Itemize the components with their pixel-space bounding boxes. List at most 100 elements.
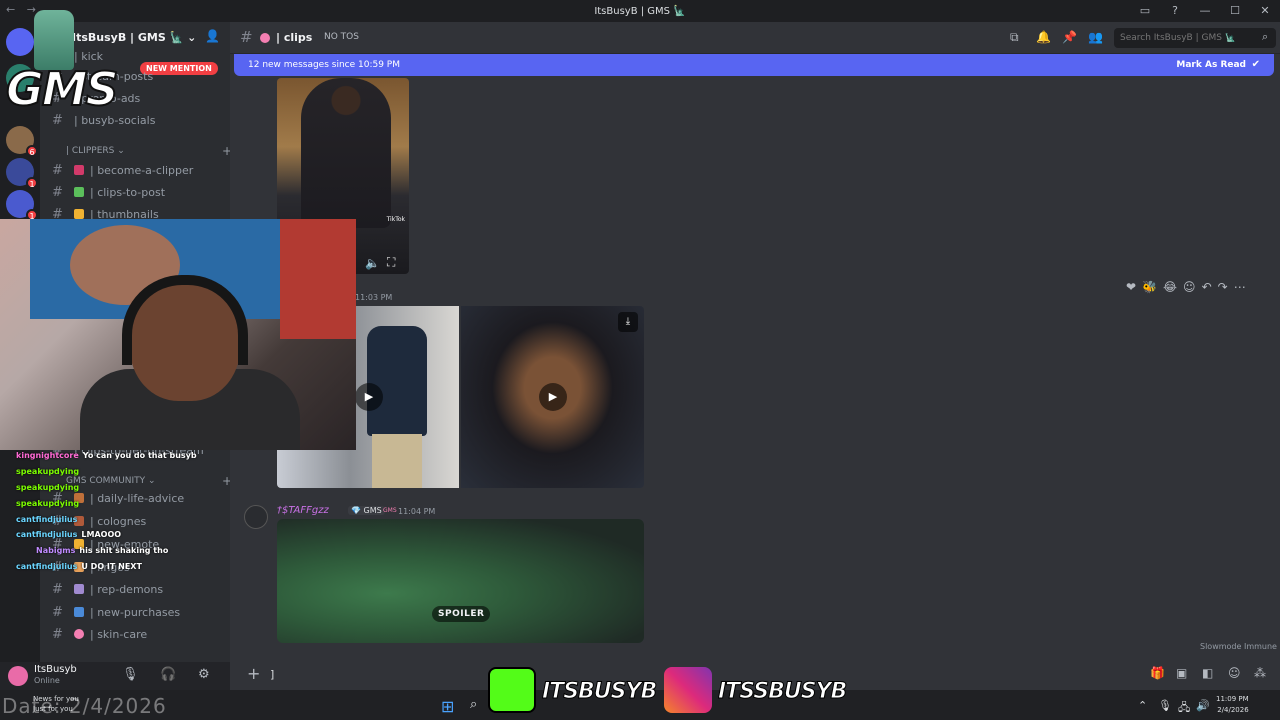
user-panel: ItsBusyb Online 🎙 🎧 ⚙ <box>0 662 230 690</box>
video-attachment[interactable]: ▶ ⤓ <box>461 306 644 488</box>
search-icon: ⌕ <box>1262 30 1269 43</box>
emoji-icon[interactable]: ☺ <box>1228 666 1241 680</box>
username: ItsBusyb <box>34 664 77 675</box>
slowmode-indicator: Slowmode Immune <box>1200 642 1277 651</box>
headphones-icon[interactable]: 🎧 <box>160 667 176 682</box>
overlay-date: Date: 2/4/2026 <box>2 694 167 718</box>
channel-topic[interactable]: NO TOS <box>324 32 359 42</box>
category-clippers[interactable]: | CLIPPERS ⌄ + <box>66 144 230 158</box>
spoiler-attachment[interactable]: SPOILER <box>277 519 644 643</box>
close-button[interactable]: ✕ <box>1250 0 1280 22</box>
chat-line: cantfindjulius <box>16 515 78 524</box>
statue-of-liberty-icon <box>34 10 74 70</box>
webcam-overlay <box>0 219 356 450</box>
chat-line: Nabigms his shit shaking tho <box>36 546 169 555</box>
play-icon[interactable]: ▶ <box>539 383 567 411</box>
message-author[interactable]: †$TAFFgzz <box>277 505 329 516</box>
channel-item[interactable]: # | skin-care <box>52 624 222 644</box>
channel-item[interactable]: # | become-a-clipper <box>52 160 222 180</box>
hash-icon: # <box>52 162 63 178</box>
windows-start-icon[interactable]: ⊞ <box>441 697 454 716</box>
system-clock[interactable]: 11:09 PM 2/4/2026 <box>1216 694 1249 716</box>
gif-icon[interactable]: ▣ <box>1176 666 1187 680</box>
stream-chat-overlay: kingnightcore Yo can you do that busyb sp… <box>0 450 230 590</box>
notification-badge: 6 <box>26 145 38 157</box>
avatar[interactable] <box>8 666 28 686</box>
hash-icon: # <box>52 604 63 620</box>
threads-icon[interactable]: ⧉ <box>1010 30 1019 45</box>
apps-icon[interactable]: ⁂ <box>1254 666 1266 680</box>
search-input[interactable] <box>1114 28 1276 48</box>
role-badge: GMS <box>383 507 397 514</box>
help-icon[interactable]: ? <box>1160 0 1190 22</box>
server-icon[interactable]: 6 <box>6 126 38 157</box>
server-icon[interactable]: 1 <box>6 158 38 189</box>
avatar[interactable] <box>244 505 268 529</box>
bell-icon[interactable]: 🔔 <box>1036 30 1051 44</box>
search-icon[interactable]: ⌕ <box>470 697 477 712</box>
gms-logo: GMS <box>5 61 120 117</box>
mic-icon[interactable]: 🎙 <box>1158 699 1172 712</box>
mic-icon[interactable]: 🎙 <box>122 667 139 682</box>
tray-chevron-icon[interactable]: ⌃ <box>1138 699 1147 712</box>
minimize-button[interactable]: — <box>1190 0 1220 22</box>
chat-line: speakupdying <box>16 499 80 508</box>
chat-line: speakupdying <box>16 483 80 492</box>
channel-item[interactable]: # | new-purchases <box>52 602 222 622</box>
volume-icon[interactable]: 🔊 <box>1196 699 1210 712</box>
hash-icon: # <box>52 184 63 200</box>
channel-emoji-icon <box>74 607 84 617</box>
window-title: ItsBusyB | GMS 🗽 <box>594 5 686 17</box>
fullscreen-icon[interactable]: ⛶ <box>387 255 395 270</box>
gear-icon[interactable]: ⚙ <box>198 667 210 682</box>
tiktok-watermark: TikTok <box>386 216 405 223</box>
channel-item[interactable]: # | clips-to-post <box>52 182 222 202</box>
new-messages-banner[interactable]: 12 new messages since 10:59 PM Mark As R… <box>234 54 1274 76</box>
reaction-icon[interactable]: 😂 <box>1163 280 1177 294</box>
window-titlebar: ← → ItsBusyB | GMS 🗽 ▭ ? — ☐ ✕ <box>0 0 1280 22</box>
instagram-handle: ITSSBUSYB <box>717 679 847 705</box>
kick-handle: ITSBUSYB <box>541 679 657 705</box>
server-icon[interactable]: 1 <box>6 190 38 221</box>
window-controls: ▭ ? — ☐ ✕ <box>1130 0 1280 22</box>
channel-name: | clips <box>276 31 313 44</box>
hash-icon: # <box>52 626 63 642</box>
gift-icon[interactable]: 🎁 <box>1150 666 1165 680</box>
discord-home-icon[interactable] <box>6 28 34 56</box>
video-frame <box>372 434 422 488</box>
attach-plus-icon[interactable]: + <box>247 664 260 683</box>
add-channel-icon[interactable]: + <box>222 144 230 158</box>
kick-logo-icon <box>488 667 536 713</box>
more-icon[interactable]: ⋯ <box>1234 280 1246 294</box>
sticker-icon[interactable]: ◧ <box>1202 666 1213 680</box>
inbox-icon[interactable]: ▭ <box>1130 0 1160 22</box>
maximize-button[interactable]: ☐ <box>1220 0 1250 22</box>
mark-read-icon[interactable]: ✔ <box>1252 59 1260 70</box>
members-icon[interactable]: 👥 <box>1088 30 1103 44</box>
server-tag-badge[interactable]: 💎 GMS <box>348 506 385 515</box>
channel-header: # | clips NO TOS ⧉ 🔔 📌 👥 ⌕ <box>230 22 1280 54</box>
volume-icon[interactable]: 🔈 <box>365 256 380 270</box>
channel-emoji-icon <box>74 187 84 197</box>
network-icon[interactable]: 🖧 <box>1178 699 1190 718</box>
download-icon[interactable]: ⤓ <box>618 312 638 332</box>
server-name: ItsBusyB | GMS 🗽 ⌄ <box>72 30 197 44</box>
video-frame <box>367 326 427 436</box>
reply-icon[interactable]: ↶ <box>1202 280 1212 294</box>
message-hover-toolbar: ❤ 🐝 😂 ☺ ↶ ↷ ⋯ <box>1126 280 1246 294</box>
add-member-icon[interactable]: 👤 <box>205 29 220 43</box>
new-messages-text: 12 new messages since 10:59 PM <box>248 60 401 70</box>
add-reaction-icon[interactable]: ☺ <box>1183 280 1196 294</box>
spoiler-label: SPOILER <box>432 606 491 622</box>
mark-as-read-button[interactable]: Mark As Read <box>1176 60 1246 70</box>
forward-icon[interactable]: ↷ <box>1218 280 1228 294</box>
play-icon[interactable]: ▶ <box>355 383 383 411</box>
reaction-icon[interactable]: ❤ <box>1126 280 1136 294</box>
reaction-icon[interactable]: 🐝 <box>1142 280 1157 294</box>
pin-icon[interactable]: 📌 <box>1062 30 1077 44</box>
channel-emoji-icon <box>74 629 84 639</box>
channel-emoji-icon <box>74 209 84 219</box>
channel-emoji-icon <box>260 33 270 43</box>
background-curtain <box>280 219 356 339</box>
instagram-logo-icon <box>664 667 712 713</box>
